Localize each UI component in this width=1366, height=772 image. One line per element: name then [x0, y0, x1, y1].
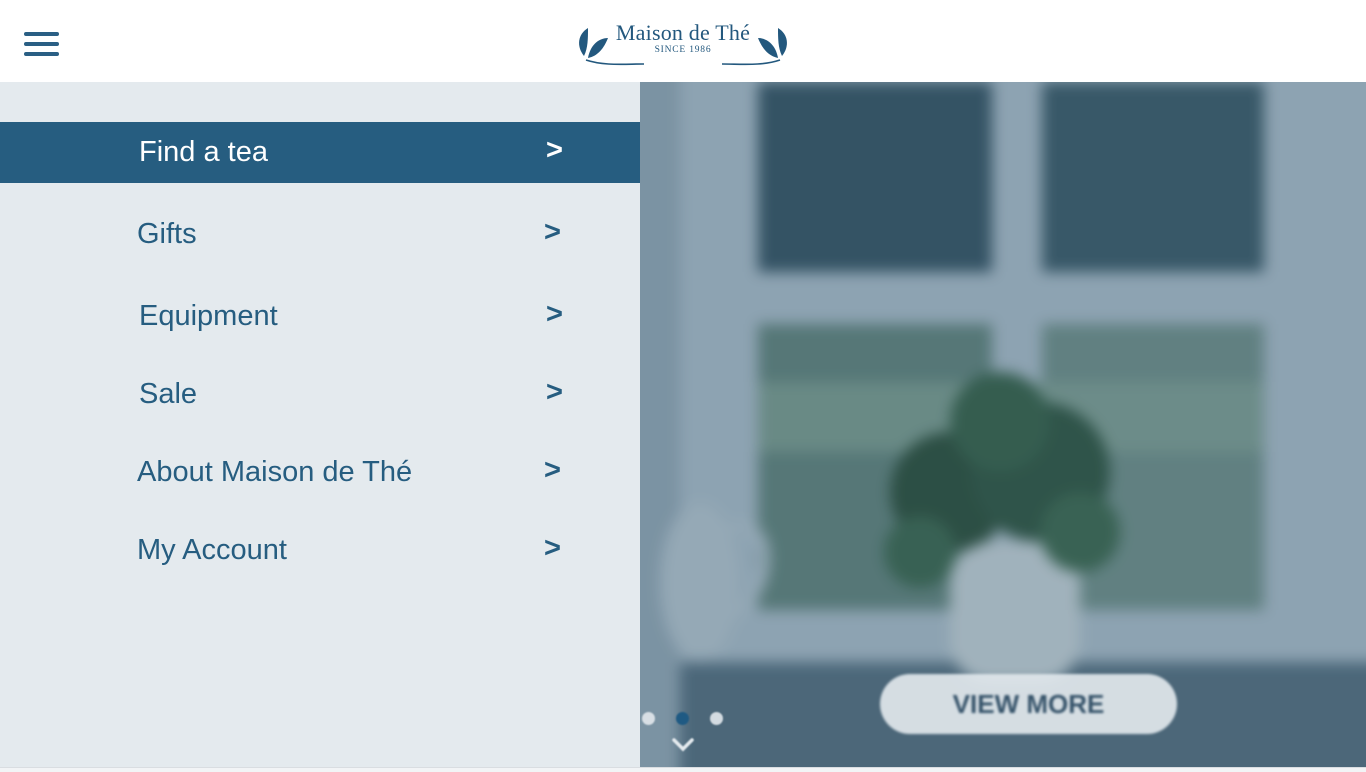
- menu-item-about[interactable]: About Maison de Thé >: [0, 442, 640, 503]
- brand-logo[interactable]: Maison de Thé SINCE 1986: [574, 14, 792, 72]
- menu-item-gifts[interactable]: Gifts >: [0, 204, 640, 265]
- view-more-button[interactable]: VIEW MORE: [880, 674, 1177, 734]
- menu-item-arrow-icon: >: [546, 298, 563, 330]
- menu-item-arrow-icon: >: [546, 134, 563, 166]
- hamburger-menu-icon[interactable]: [22, 30, 60, 60]
- menu-item-equipment[interactable]: Equipment >: [0, 286, 640, 347]
- menu-item-find-a-tea[interactable]: Find a tea >: [0, 122, 640, 183]
- menu-item-label: Equipment: [139, 300, 278, 332]
- carousel-dots: [640, 712, 740, 728]
- menu-item-arrow-icon: >: [546, 376, 563, 408]
- menu-item-sale[interactable]: Sale >: [0, 364, 640, 425]
- hamburger-line: [24, 32, 59, 36]
- carousel-dot-1[interactable]: [642, 712, 655, 725]
- hamburger-line: [24, 52, 59, 56]
- menu-item-label: Sale: [139, 378, 198, 410]
- menu-item-label: Gifts: [137, 218, 197, 250]
- site-header: Maison de Thé SINCE 1986: [0, 0, 1366, 82]
- hamburger-line: [24, 42, 59, 46]
- logo-wordmark: Maison de Thé: [615, 20, 751, 45]
- logo-tagline: SINCE 1986: [654, 45, 712, 55]
- menu-item-my-account[interactable]: My Account >: [0, 520, 640, 581]
- bottom-divider: [0, 767, 1366, 772]
- menu-item-arrow-icon: >: [544, 532, 561, 564]
- side-menu-panel: Find a tea > Gifts > Equipment > Sale > …: [0, 82, 640, 768]
- carousel-dot-2[interactable]: [676, 712, 689, 725]
- menu-item-label: About Maison de Thé: [137, 456, 413, 488]
- menu-item-arrow-icon: >: [544, 216, 561, 248]
- menu-item-arrow-icon: >: [544, 454, 561, 486]
- menu-item-label: Find a tea: [139, 136, 268, 168]
- carousel-dot-3[interactable]: [710, 712, 723, 725]
- chevron-down-icon[interactable]: [670, 734, 696, 756]
- menu-item-label: My Account: [137, 534, 287, 566]
